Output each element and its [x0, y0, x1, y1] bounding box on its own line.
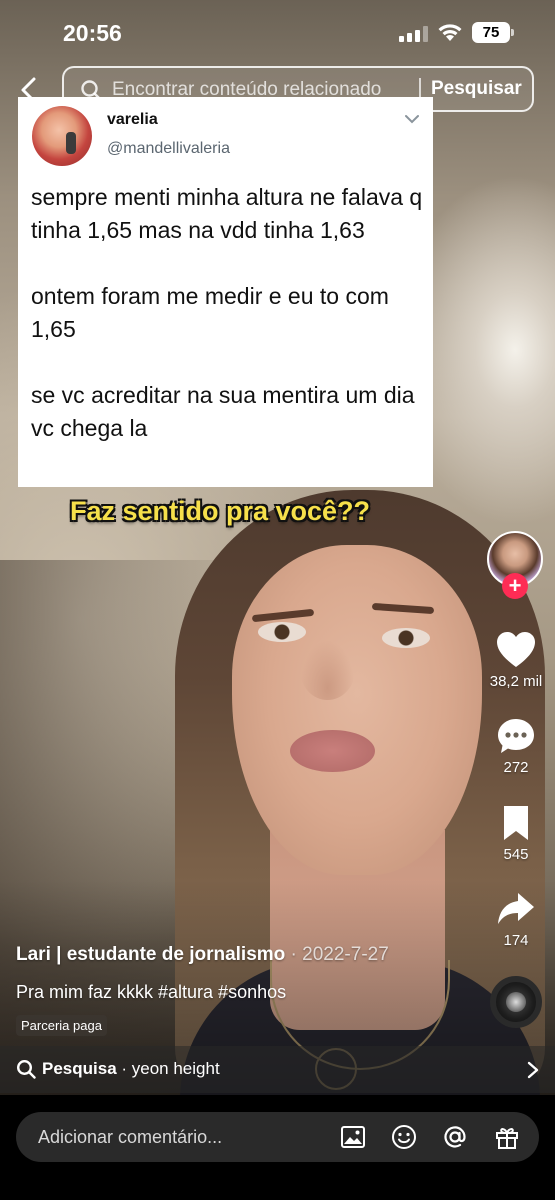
tweet-card: varelia @mandellivaleria sempre menti mi…	[18, 97, 433, 487]
related-search-bar[interactable]: Pesquisa · yeon height	[0, 1046, 555, 1093]
author-name[interactable]: Lari | estudante de jornalismo	[16, 944, 285, 965]
comment-count: 272	[503, 759, 529, 776]
date-separator: ·	[285, 944, 303, 965]
person-lips	[290, 730, 375, 772]
save-count: 545	[503, 846, 529, 863]
person-nose	[300, 640, 355, 700]
paid-partnership-badge[interactable]: Parceria paga	[16, 1015, 107, 1036]
author-line: Lari | estudante de jornalismo · 2022-7-…	[16, 944, 389, 966]
status-time: 20:56	[63, 20, 122, 46]
like-button[interactable]: 38,2 mil	[480, 631, 552, 690]
chevron-right-icon	[527, 1061, 539, 1079]
tweet-text: sempre menti minha altura ne falava q ti…	[31, 184, 423, 441]
comment-icon	[498, 719, 534, 753]
right-eye	[382, 628, 430, 648]
related-search-separator: ·	[116, 1059, 132, 1078]
mention-icon[interactable]	[442, 1124, 468, 1150]
person-face	[232, 545, 482, 875]
tweet-display-name: varelia	[107, 111, 158, 128]
heart-icon	[497, 632, 535, 667]
gift-icon[interactable]	[494, 1124, 520, 1150]
status-bar: 20:56 75	[0, 0, 555, 64]
video-caption[interactable]: Pra mim faz kkkk #altura #sonhos	[16, 982, 286, 1003]
video-overlay-caption: Faz sentido pra você??	[69, 496, 371, 526]
tweet-avatar	[32, 106, 92, 166]
search-button[interactable]: Pesquisar	[431, 78, 522, 100]
comment-placeholder: Adicionar comentário...	[38, 1127, 223, 1147]
plus-icon: +	[508, 573, 522, 598]
post-date: 2022-7-27	[302, 944, 389, 965]
comment-input[interactable]: Adicionar comentário...	[16, 1112, 539, 1162]
chevron-down-icon	[405, 115, 419, 124]
share-count: 174	[503, 932, 529, 949]
like-count: 38,2 mil	[489, 673, 543, 690]
wifi-icon	[438, 24, 462, 41]
follow-button[interactable]: +	[502, 573, 528, 599]
related-search-text: Pesquisa · yeon height	[42, 1059, 220, 1079]
music-disc-icon[interactable]	[490, 976, 542, 1028]
share-button[interactable]: 174	[480, 890, 552, 949]
related-search-label: Pesquisa	[42, 1059, 117, 1078]
signal-icon	[399, 26, 429, 42]
battery-indicator: 75	[472, 22, 514, 43]
save-button[interactable]: 545	[480, 804, 552, 863]
tweet-handle: @mandellivaleria	[107, 140, 230, 157]
bookmark-icon	[504, 806, 528, 840]
comment-bar: Adicionar comentário...	[0, 1095, 555, 1200]
share-icon	[498, 893, 534, 924]
emoji-icon[interactable]	[391, 1124, 417, 1150]
search-icon	[16, 1059, 36, 1079]
left-eye	[258, 622, 306, 642]
image-icon[interactable]	[340, 1124, 366, 1150]
related-search-query: yeon height	[131, 1059, 220, 1078]
comment-button[interactable]: 272	[480, 717, 552, 776]
